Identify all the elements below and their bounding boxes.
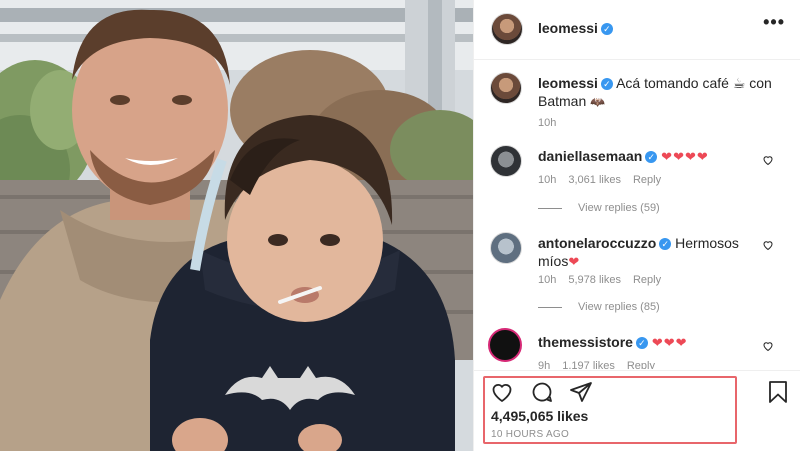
comment-1-view-replies[interactable]: View replies (59) — [538, 202, 660, 214]
verified-badge-icon: ✓ — [600, 23, 613, 35]
post-header: leomessi ✓ ••• — [474, 0, 800, 60]
author-avatar[interactable] — [491, 13, 523, 45]
verified-badge-icon: ✓ — [659, 238, 672, 250]
post-time-ago: 10 HOURS AGO — [491, 429, 570, 440]
comment-2-view-replies[interactable]: View replies (85) — [538, 301, 660, 313]
view-replies-label[interactable]: View replies (59) — [578, 202, 660, 214]
comment-3-username[interactable]: themessistore — [538, 334, 633, 350]
verified-badge-icon: ✓ — [645, 151, 658, 163]
bookmark-icon[interactable] — [766, 380, 790, 404]
author-username[interactable]: leomessi ✓ — [538, 20, 613, 36]
comment-1-text: ❤❤❤❤ — [661, 149, 709, 164]
verified-badge-icon: ✓ — [600, 78, 613, 90]
coffee-emoji-icon: ☕ — [732, 75, 746, 91]
comment-2-text-line1: Hermosos — [675, 235, 739, 251]
comment-2-reply-button[interactable]: Reply — [633, 274, 661, 286]
comment-avatar[interactable] — [488, 328, 522, 362]
heart-icon[interactable] — [490, 380, 514, 404]
comment-1-time: 10h — [538, 174, 557, 186]
comment-3: themessistore ✓ ❤❤❤ — [538, 333, 758, 352]
verified-badge-icon: ✓ — [635, 337, 648, 349]
action-bar-divider — [474, 370, 800, 371]
replies-divider-line — [538, 207, 562, 209]
author-username-text[interactable]: leomessi — [538, 20, 598, 36]
comment-1-reply-button[interactable]: Reply — [633, 174, 661, 186]
caption-time: 10h — [538, 117, 557, 129]
more-options-icon[interactable]: ••• — [763, 12, 785, 33]
view-replies-label[interactable]: View replies (85) — [578, 301, 660, 313]
comment-1-meta: 10h 3,061 likes Reply — [538, 174, 673, 186]
post-photo[interactable] — [0, 0, 473, 451]
comment-2-text-line2: míos — [538, 253, 569, 269]
comment-2: antonelaroccuzzo ✓ Hermosos míos❤ — [538, 234, 758, 271]
comment-like-heart-icon[interactable] — [762, 239, 774, 251]
likes-count[interactable]: 4,495,065 likes — [491, 408, 588, 424]
comment-1: daniellasemaan ✓ ❤❤❤❤ — [538, 147, 758, 166]
comment-2-username[interactable]: antonelaroccuzzo — [538, 235, 656, 251]
share-icon[interactable] — [569, 380, 593, 404]
comment-avatar[interactable] — [490, 145, 522, 177]
comment-2-heart-emoji: ❤ — [568, 254, 581, 269]
replies-divider-line — [538, 306, 562, 308]
caption-username[interactable]: leomessi — [538, 75, 598, 91]
comment-like-heart-icon[interactable] — [762, 340, 774, 352]
caption-text: Acá tomando café — [616, 75, 729, 91]
caption-avatar[interactable] — [490, 72, 522, 104]
comment-1-likes[interactable]: 3,061 likes — [568, 174, 621, 186]
caption-line2: Batman — [538, 93, 587, 109]
caption-suffix: con — [749, 75, 772, 91]
comment-1-username[interactable]: daniellasemaan — [538, 148, 642, 164]
comment-2-time: 10h — [538, 274, 557, 286]
comment-like-heart-icon[interactable] — [762, 154, 774, 166]
comment-2-meta: 10h 5,978 likes Reply — [538, 274, 673, 286]
comment-2-likes[interactable]: 5,978 likes — [568, 274, 621, 286]
comment-3-reply-button[interactable]: Reply — [627, 360, 655, 369]
photo-illustration — [0, 0, 473, 451]
comment-icon[interactable] — [530, 380, 554, 404]
bat-emoji-icon: 🦇 — [590, 95, 606, 109]
comment-3-likes[interactable]: 1,197 likes — [562, 360, 615, 369]
comment-3-time: 9h — [538, 360, 551, 369]
comment-avatar[interactable] — [490, 232, 522, 264]
caption: leomessi ✓ Acá tomando café ☕ con Batman … — [538, 74, 788, 111]
comment-3-text: ❤❤❤ — [651, 335, 688, 350]
comment-3-meta: 9h 1,197 likes Reply — [538, 360, 667, 369]
